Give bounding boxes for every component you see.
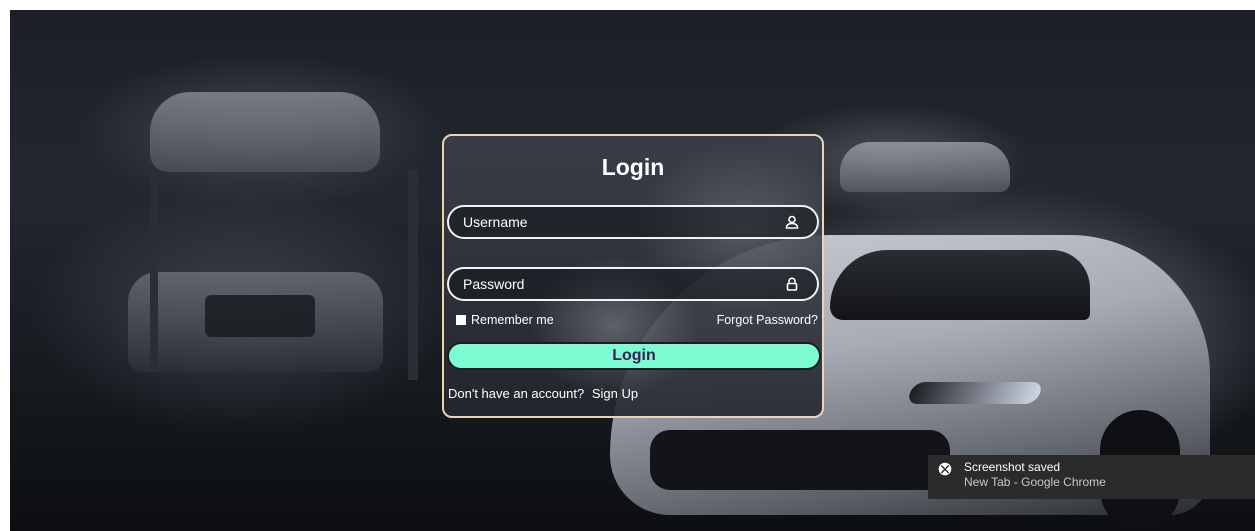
username-field[interactable]: Username — [447, 205, 819, 239]
signup-prompt: Don't have an account? — [448, 386, 585, 401]
background-car-grille-front — [650, 430, 950, 490]
background-car-grille — [205, 295, 315, 337]
lift-post — [150, 170, 158, 370]
background-car-center — [840, 142, 1010, 192]
background-car-windshield — [830, 250, 1090, 320]
login-button[interactable]: Login — [447, 342, 821, 370]
login-card: Login Username Password Remember me Forg… — [442, 134, 824, 418]
user-icon — [781, 213, 803, 231]
forgot-password-link[interactable]: Forgot Password? — [717, 313, 818, 327]
login-options-row: Remember me Forgot Password? — [456, 311, 818, 329]
username-placeholder: Username — [463, 214, 528, 230]
background-car-white-top — [150, 92, 380, 172]
password-field[interactable]: Password — [447, 267, 819, 301]
toast-title: Screenshot saved — [964, 460, 1061, 474]
password-placeholder: Password — [463, 276, 525, 292]
xbox-icon — [938, 462, 952, 476]
lock-icon — [781, 275, 803, 293]
lift-post — [408, 170, 418, 380]
background-image: Login Username Password Remember me Forg… — [10, 10, 1255, 531]
background-car-headlight — [905, 382, 1045, 404]
signup-link[interactable]: Sign Up — [592, 386, 638, 401]
toast-subtitle: New Tab - Google Chrome — [964, 475, 1106, 489]
screenshot-toast[interactable]: Screenshot saved New Tab - Google Chrome — [928, 455, 1255, 499]
signup-row: Don't have an account? Sign Up — [448, 386, 638, 401]
login-title: Login — [601, 154, 665, 180]
remember-checkbox[interactable] — [456, 315, 466, 325]
remember-me[interactable]: Remember me — [456, 313, 554, 327]
remember-label: Remember me — [471, 313, 554, 327]
toast-text: Screenshot saved New Tab - Google Chrome — [964, 460, 1106, 490]
